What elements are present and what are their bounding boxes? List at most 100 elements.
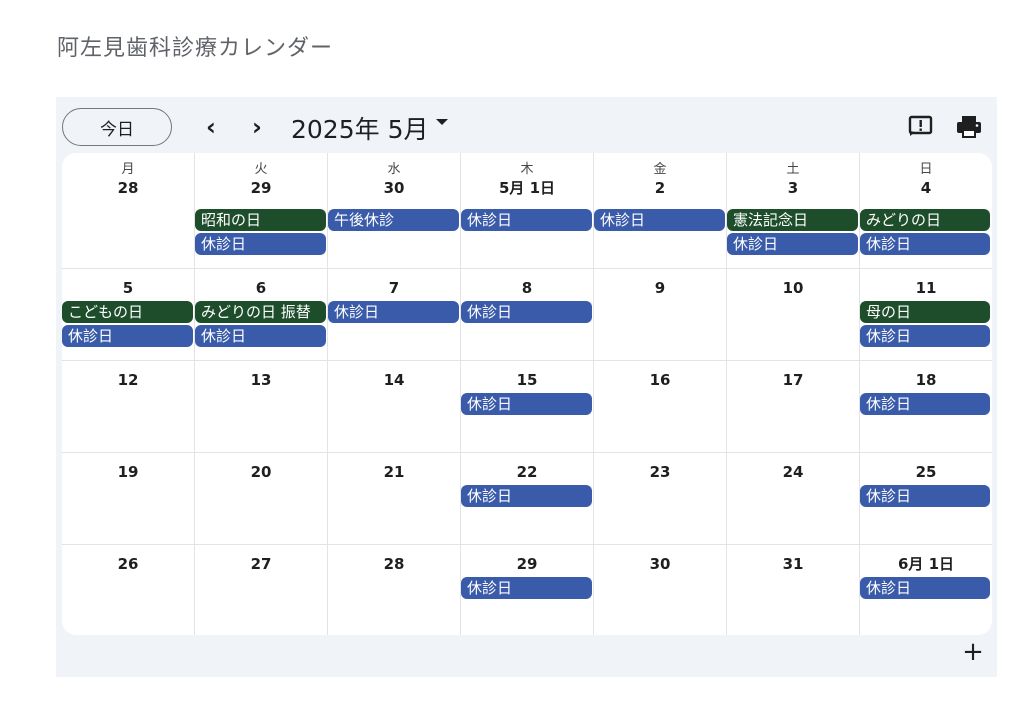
closed-day-event-chip[interactable]: 休診日 <box>727 233 858 255</box>
dropdown-arrow-icon[interactable] <box>436 119 448 125</box>
closed-day-event-chip[interactable]: 休診日 <box>860 577 990 599</box>
day-number[interactable]: 5 <box>62 278 194 298</box>
day-number[interactable]: 13 <box>195 370 327 390</box>
closed-day-event-chip[interactable]: 休診日 <box>195 325 326 347</box>
day-number[interactable]: 20 <box>195 462 327 482</box>
day-cell[interactable]: 23 <box>594 453 727 545</box>
day-number[interactable]: 29 <box>195 178 327 198</box>
day-number[interactable]: 17 <box>727 370 859 390</box>
holiday-event-chip[interactable]: みどりの日 <box>860 209 990 231</box>
day-cell[interactable]: 13 <box>195 361 328 453</box>
add-calendar-button[interactable]: + <box>960 639 986 665</box>
chevron-right-icon[interactable]: › <box>242 110 272 144</box>
holiday-event-chip[interactable]: 母の日 <box>860 301 990 323</box>
day-number[interactable]: 3 <box>727 178 859 198</box>
closed-day-event-chip[interactable]: 休診日 <box>195 233 326 255</box>
day-number[interactable]: 28 <box>62 178 194 198</box>
day-number[interactable]: 8 <box>461 278 593 298</box>
closed-day-event-chip[interactable]: 休診日 <box>860 393 990 415</box>
holiday-event-chip[interactable]: 憲法記念日 <box>727 209 858 231</box>
day-number[interactable]: 18 <box>860 370 992 390</box>
day-cell[interactable]: 日 4 みどりの日 休診日 <box>860 153 992 269</box>
day-number[interactable]: 30 <box>594 554 726 574</box>
day-number[interactable]: 11 <box>860 278 992 298</box>
day-cell[interactable]: 月 28 <box>62 153 195 269</box>
closed-day-event-chip[interactable]: 午後休診 <box>328 209 459 231</box>
day-cell[interactable]: 11 母の日 休診日 <box>860 269 992 361</box>
day-number[interactable]: 16 <box>594 370 726 390</box>
holiday-event-chip[interactable]: こどもの日 <box>62 301 193 323</box>
day-cell[interactable]: 土 3 憲法記念日 休診日 <box>727 153 860 269</box>
day-number[interactable]: 29 <box>461 554 593 574</box>
day-cell[interactable]: 27 <box>195 545 328 635</box>
closed-day-event-chip[interactable]: 休診日 <box>62 325 193 347</box>
day-cell[interactable]: 16 <box>594 361 727 453</box>
day-cell[interactable]: 火 29 昭和の日 休診日 <box>195 153 328 269</box>
closed-day-event-chip[interactable]: 休診日 <box>461 485 592 507</box>
day-number[interactable]: 9 <box>594 278 726 298</box>
closed-day-event-chip[interactable]: 休診日 <box>461 301 592 323</box>
holiday-event-chip[interactable]: 昭和の日 <box>195 209 326 231</box>
day-cell[interactable]: 25 休診日 <box>860 453 992 545</box>
day-cell[interactable]: 22 休診日 <box>461 453 594 545</box>
day-number[interactable]: 5月 1日 <box>461 178 593 198</box>
day-number[interactable]: 4 <box>860 178 992 198</box>
closed-day-event-chip[interactable]: 休診日 <box>860 485 990 507</box>
day-number[interactable]: 12 <box>62 370 194 390</box>
day-number[interactable]: 19 <box>62 462 194 482</box>
closed-day-event-chip[interactable]: 休診日 <box>328 301 459 323</box>
day-cell[interactable]: 8 休診日 <box>461 269 594 361</box>
day-cell[interactable]: 19 <box>62 453 195 545</box>
day-cell[interactable]: 5 こどもの日 休診日 <box>62 269 195 361</box>
day-number[interactable]: 2 <box>594 178 726 198</box>
day-number[interactable]: 14 <box>328 370 460 390</box>
day-number[interactable]: 15 <box>461 370 593 390</box>
day-cell[interactable]: 金 2 休診日 <box>594 153 727 269</box>
day-cell[interactable]: 31 <box>727 545 860 635</box>
closed-day-event-chip[interactable]: 休診日 <box>594 209 725 231</box>
day-cell[interactable]: 30 <box>594 545 727 635</box>
day-number[interactable]: 7 <box>328 278 460 298</box>
today-button[interactable]: 今日 <box>62 108 172 146</box>
day-cell[interactable]: 20 <box>195 453 328 545</box>
day-number[interactable]: 24 <box>727 462 859 482</box>
closed-day-event-chip[interactable]: 休診日 <box>860 325 990 347</box>
day-number[interactable]: 28 <box>328 554 460 574</box>
day-cell[interactable]: 14 <box>328 361 461 453</box>
day-number[interactable]: 27 <box>195 554 327 574</box>
day-cell[interactable]: 10 <box>727 269 860 361</box>
holiday-event-chip[interactable]: みどりの日 振替 <box>195 301 326 323</box>
closed-day-event-chip[interactable]: 休診日 <box>461 209 592 231</box>
day-number[interactable]: 6 <box>195 278 327 298</box>
chevron-left-icon[interactable]: ‹ <box>196 110 226 144</box>
day-number[interactable]: 23 <box>594 462 726 482</box>
day-cell[interactable]: 7 休診日 <box>328 269 461 361</box>
print-icon[interactable] <box>956 115 982 139</box>
day-cell[interactable]: 木 5月 1日 休診日 <box>461 153 594 269</box>
day-number[interactable]: 10 <box>727 278 859 298</box>
day-number[interactable]: 21 <box>328 462 460 482</box>
day-cell[interactable]: 水 30 午後休診 <box>328 153 461 269</box>
day-cell[interactable]: 21 <box>328 453 461 545</box>
closed-day-event-chip[interactable]: 休診日 <box>461 393 592 415</box>
day-cell[interactable]: 17 <box>727 361 860 453</box>
day-cell[interactable]: 29 休診日 <box>461 545 594 635</box>
day-cell[interactable]: 18 休診日 <box>860 361 992 453</box>
day-cell[interactable]: 9 <box>594 269 727 361</box>
day-cell[interactable]: 12 <box>62 361 195 453</box>
day-cell[interactable]: 26 <box>62 545 195 635</box>
day-number[interactable]: 6月 1日 <box>860 554 992 574</box>
day-number[interactable]: 30 <box>328 178 460 198</box>
day-cell[interactable]: 6 みどりの日 振替 休診日 <box>195 269 328 361</box>
day-cell[interactable]: 28 <box>328 545 461 635</box>
month-label[interactable]: 2025年 5月 <box>291 110 428 146</box>
day-cell[interactable]: 15 休診日 <box>461 361 594 453</box>
day-number[interactable]: 26 <box>62 554 194 574</box>
feedback-icon[interactable] <box>908 115 934 137</box>
day-cell[interactable]: 6月 1日休診日 <box>860 545 992 635</box>
day-number[interactable]: 31 <box>727 554 859 574</box>
day-cell[interactable]: 24 <box>727 453 860 545</box>
closed-day-event-chip[interactable]: 休診日 <box>461 577 592 599</box>
closed-day-event-chip[interactable]: 休診日 <box>860 233 990 255</box>
day-number[interactable]: 25 <box>860 462 992 482</box>
